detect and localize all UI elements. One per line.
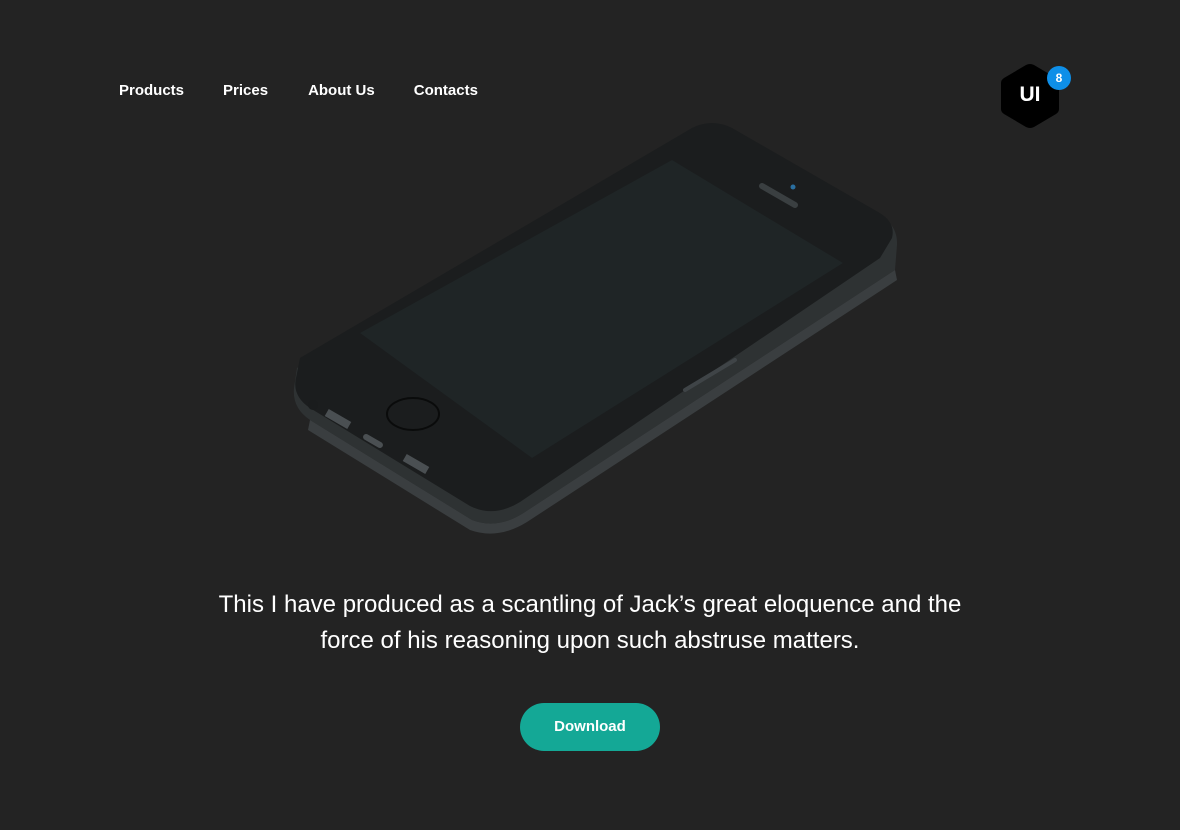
main-nav: Products Prices About Us Contacts bbox=[119, 80, 478, 102]
nav-item-about-us[interactable]: About Us bbox=[308, 80, 375, 102]
phone-mockup-icon bbox=[280, 120, 920, 545]
hero-headline: This I have produced as a scantling of J… bbox=[218, 591, 962, 654]
nav-item-contacts[interactable]: Contacts bbox=[414, 80, 478, 102]
download-button[interactable]: Download bbox=[520, 703, 660, 751]
nav-item-products[interactable]: Products bbox=[119, 80, 184, 102]
notification-badge: 8 bbox=[1047, 66, 1071, 90]
nav-item-prices[interactable]: Prices bbox=[223, 80, 268, 102]
page: Products Prices About Us Contacts UI 8 T… bbox=[0, 0, 1180, 830]
